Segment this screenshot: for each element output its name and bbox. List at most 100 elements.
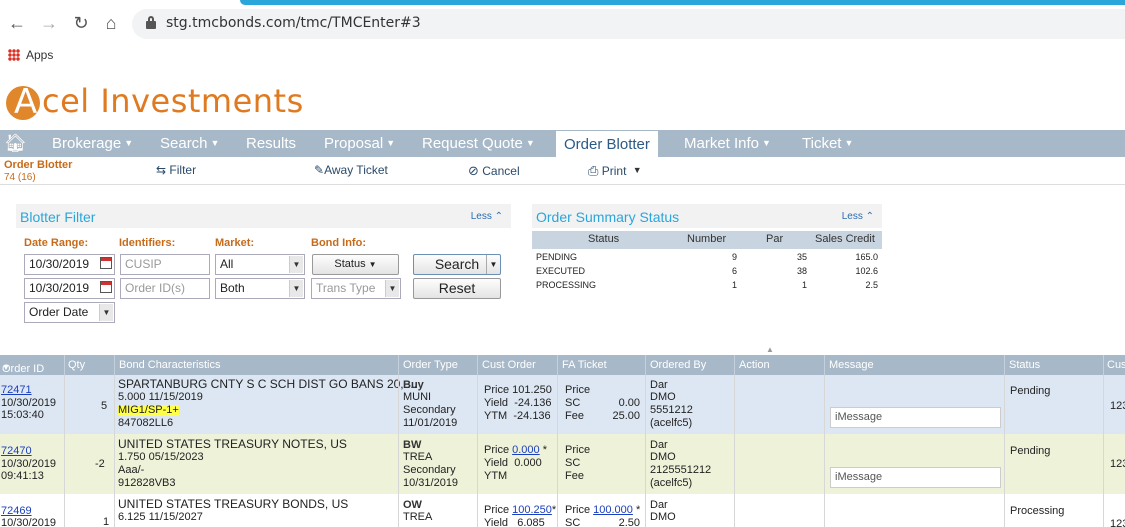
grid-divider — [734, 375, 735, 527]
summary-less-toggle[interactable]: Less ⌃ — [842, 211, 874, 222]
chevron-down-icon: ▼ — [289, 280, 303, 297]
filter-less-toggle[interactable]: Less ⌃ — [471, 211, 503, 222]
market-select[interactable]: All ▼ — [215, 254, 305, 275]
market-label: Market: — [215, 237, 255, 249]
calendar-icon[interactable] — [100, 257, 112, 269]
table-row[interactable]: 72471 10/30/2019 15:03:40 5 SPARTANBURG … — [0, 375, 1125, 434]
qty-value: -2 — [95, 458, 105, 470]
col-bond-characteristics[interactable]: Bond Characteristics — [119, 359, 221, 371]
col-action[interactable]: Action — [739, 359, 770, 371]
printer-icon: ⎙ — [588, 163, 599, 178]
cust-yield: Yield 6.085 — [484, 517, 545, 527]
nav-request-quote[interactable]: Request Quote ▼ — [422, 130, 535, 157]
grid-divider — [398, 375, 399, 527]
cust-value: 123 — [1110, 458, 1125, 470]
summary-row: PENDING 9 35 165.0 — [536, 252, 878, 262]
orders-grid-header: Order ID ▼ Qty Bond Characteristics Orde… — [0, 355, 1125, 375]
page-title: Order Blotter — [4, 159, 73, 171]
away-ticket-button[interactable]: ✎Away Ticket — [314, 163, 388, 177]
cancel-icon: ⊘ — [468, 163, 479, 178]
status-dropdown[interactable]: Status ▼ — [312, 254, 399, 275]
chevron-down-icon: ▼ — [762, 138, 771, 148]
col-fa-ticket[interactable]: FA Ticket — [562, 359, 607, 371]
coupon-maturity: 6.125 11/15/2027 — [118, 511, 203, 523]
address-bar[interactable]: stg.tmcbonds.com/tmc/TMCEnter#3 — [132, 9, 1125, 39]
qty-value: 1 — [103, 516, 110, 527]
chevron-down-icon: ▼ — [99, 304, 113, 321]
col-status[interactable]: Status — [1009, 359, 1040, 371]
reload-icon[interactable]: ↻ — [70, 12, 92, 34]
fa-price: Price 100.000 * — [565, 504, 641, 516]
nav-market-info[interactable]: Market Info ▼ — [684, 130, 771, 157]
cusip-input[interactable]: CUSIP — [120, 254, 210, 275]
cust-yield: Yield -24.136 — [484, 397, 552, 409]
col-qty[interactable]: Qty — [68, 359, 85, 371]
imessage-input[interactable]: iMessage — [830, 467, 1001, 488]
back-arrow-icon[interactable]: ← — [6, 12, 28, 34]
print-button[interactable]: ⎙ Print ▼ — [588, 163, 642, 179]
active-tab-strip — [240, 0, 1125, 5]
order-id-link[interactable]: 72470 — [1, 445, 32, 457]
filter-icon: ⇆ — [156, 163, 167, 177]
fa-sc-label: SC — [565, 517, 581, 527]
forward-arrow-icon[interactable]: → — [38, 12, 60, 34]
filter-button[interactable]: ⇆ Filter — [156, 163, 196, 177]
trans-type-select[interactable]: Trans Type ▼ — [311, 278, 401, 299]
search-button[interactable]: Search ▼ — [413, 254, 501, 275]
order-date: 10/30/2019 — [1, 458, 57, 470]
order-date: 10/30/2019 — [1, 397, 57, 409]
date-to-input[interactable]: 10/30/2019 — [24, 278, 115, 299]
col-cust[interactable]: Cus — [1107, 359, 1125, 371]
reset-button[interactable]: Reset — [413, 278, 501, 299]
date-type-select[interactable]: Order Date ▼ — [24, 302, 115, 323]
nav-search[interactable]: Search ▼ — [160, 130, 219, 157]
order-id-link[interactable]: 72471 — [1, 384, 32, 396]
fa-price-label: Price — [565, 384, 591, 396]
fa-price-link[interactable]: 100.000 — [593, 504, 633, 516]
date-from-input[interactable]: 10/30/2019 — [24, 254, 115, 275]
blotter-filter-panel: Blotter Filter Less ⌃ Date Range: Identi… — [16, 204, 511, 330]
bond-name: SPARTANBURG CNTY S C SCH DIST GO BANS 20… — [118, 377, 417, 391]
nav-results[interactable]: Results — [246, 130, 296, 157]
col-message[interactable]: Message — [829, 359, 874, 371]
cust-price: Price 0.000 * — [484, 444, 547, 456]
grid-divider — [824, 375, 825, 527]
chevron-up-icon[interactable]: ▲ — [766, 345, 774, 354]
col-order-type[interactable]: Order Type — [403, 359, 458, 371]
fa-sc-value: 2.50 — [618, 517, 640, 527]
chevron-down-icon: ▼ — [525, 138, 535, 148]
grid-divider — [557, 375, 558, 527]
main-nav: 🏠︎ Brokerage ▼ Search ▼ Results Proposal ▼ … — [0, 130, 1125, 157]
cust-price: Price 100.250* — [484, 504, 557, 516]
nav-proposal[interactable]: Proposal ▼ — [324, 130, 395, 157]
nav-order-blotter[interactable]: Order Blotter — [556, 130, 658, 157]
nav-brokerage[interactable]: Brokerage ▼ — [52, 130, 133, 157]
order-id-link[interactable]: 72469 — [1, 505, 32, 517]
col-cust-order[interactable]: Cust Order — [482, 359, 536, 371]
chevron-down-icon[interactable]: ▼ — [486, 255, 500, 274]
url-text[interactable]: stg.tmcbonds.com/tmc/TMCEnter#3 — [166, 15, 421, 31]
ordered-by-name: Dar — [650, 439, 668, 451]
bookmark-apps[interactable]: Apps — [8, 48, 53, 62]
cust-price-link[interactable]: 100.250 — [512, 504, 552, 516]
table-row[interactable]: 72469 10/30/2019 1 UNITED STATES TREASUR… — [0, 494, 1125, 527]
nav-ticket[interactable]: Ticket ▼ — [802, 130, 853, 157]
summary-row: PROCESSING 1 1 2.5 — [536, 280, 878, 290]
market-type-select[interactable]: Both ▼ — [215, 278, 305, 299]
col-ordered-by[interactable]: Ordered By — [650, 359, 706, 371]
chevron-down-icon: ▼ — [844, 138, 854, 148]
cancel-button[interactable]: ⊘ Cancel — [468, 163, 520, 179]
home-icon[interactable]: ⌂ — [100, 12, 122, 34]
imessage-input[interactable]: iMessage — [830, 407, 1001, 428]
filter-panel-header: Blotter Filter Less ⌃ — [16, 204, 511, 228]
home-nav-icon[interactable]: 🏠︎ — [4, 130, 27, 157]
bond-cusip: 847082LL6 — [118, 417, 174, 429]
table-row[interactable]: 72470 10/30/2019 09:41:13 -2 UNITED STAT… — [0, 434, 1125, 494]
cust-price-link[interactable]: 0.000 — [512, 444, 540, 456]
calendar-icon[interactable] — [100, 281, 112, 293]
order-id-input[interactable]: Order ID(s) — [120, 278, 210, 299]
fa-price-label: Price — [565, 444, 591, 456]
coupon-maturity: 1.750 05/15/2023 — [118, 451, 204, 463]
bond-name: UNITED STATES TREASURY BONDS, US — [118, 497, 349, 511]
summary-panel-header: Order Summary Status Less ⌃ — [532, 204, 882, 228]
